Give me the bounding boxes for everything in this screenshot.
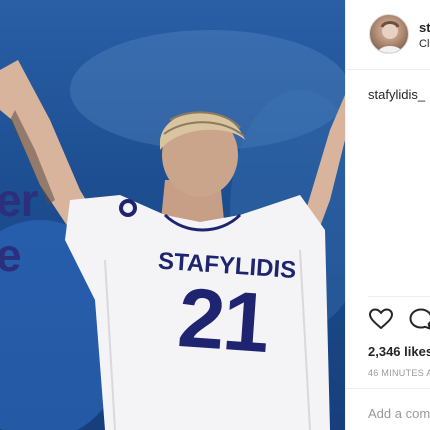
comment-icon[interactable] [408,307,430,336]
promo-text-line-1: er [0,174,38,226]
photo-scene [0,30,345,430]
comment-divider [346,388,430,389]
divider [368,296,430,297]
caption-username[interactable]: stafylidis_ [368,87,425,102]
likes-count[interactable]: 2,346 likes [368,344,430,359]
post-photo[interactable]: er e STAFYLIDIS 21 [0,0,345,430]
post-timestamp[interactable]: 46 MINUTES A [368,368,430,378]
avatar[interactable] [369,14,409,54]
promo-text-line-2: e [0,229,22,281]
post-side-panel: st Cl stafylidis_ 2,346 likes 46 MINUTES… [345,0,430,430]
avatar-image [376,21,404,53]
header-subtitle[interactable]: Cl [419,38,429,50]
post-header: st Cl [346,0,430,70]
heart-icon[interactable] [368,307,394,336]
header-username[interactable]: st [419,20,430,35]
comment-input[interactable] [368,398,430,428]
shirt-number: 21 [175,269,271,371]
